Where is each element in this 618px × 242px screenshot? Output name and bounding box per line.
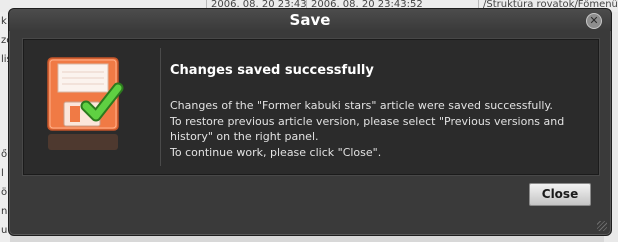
close-button[interactable]: Close (529, 183, 591, 206)
message-line: Changes of the "Former kabuki stars" art… (170, 99, 553, 112)
success-message: Changes of the "Former kabuki stars" art… (170, 98, 590, 160)
success-heading: Changes saved successfully (170, 63, 374, 78)
save-dialog: Save ✕ Changes saved successfully Change… (8, 8, 612, 236)
dialog-title: Save (289, 11, 331, 29)
floppy-disk-checkmark-icon (42, 54, 134, 154)
dialog-titlebar[interactable]: Save ✕ (9, 9, 611, 31)
message-line: To restore previous article version, ple… (170, 114, 565, 128)
resize-grip[interactable] (597, 221, 607, 231)
content-divider (160, 48, 161, 166)
close-icon[interactable]: ✕ (586, 13, 602, 29)
message-line: To continue work, please click "Close". (170, 145, 382, 159)
message-line: history" on the right panel. (170, 130, 319, 143)
dialog-content-panel: Changes saved successfully Changes of th… (23, 39, 599, 175)
